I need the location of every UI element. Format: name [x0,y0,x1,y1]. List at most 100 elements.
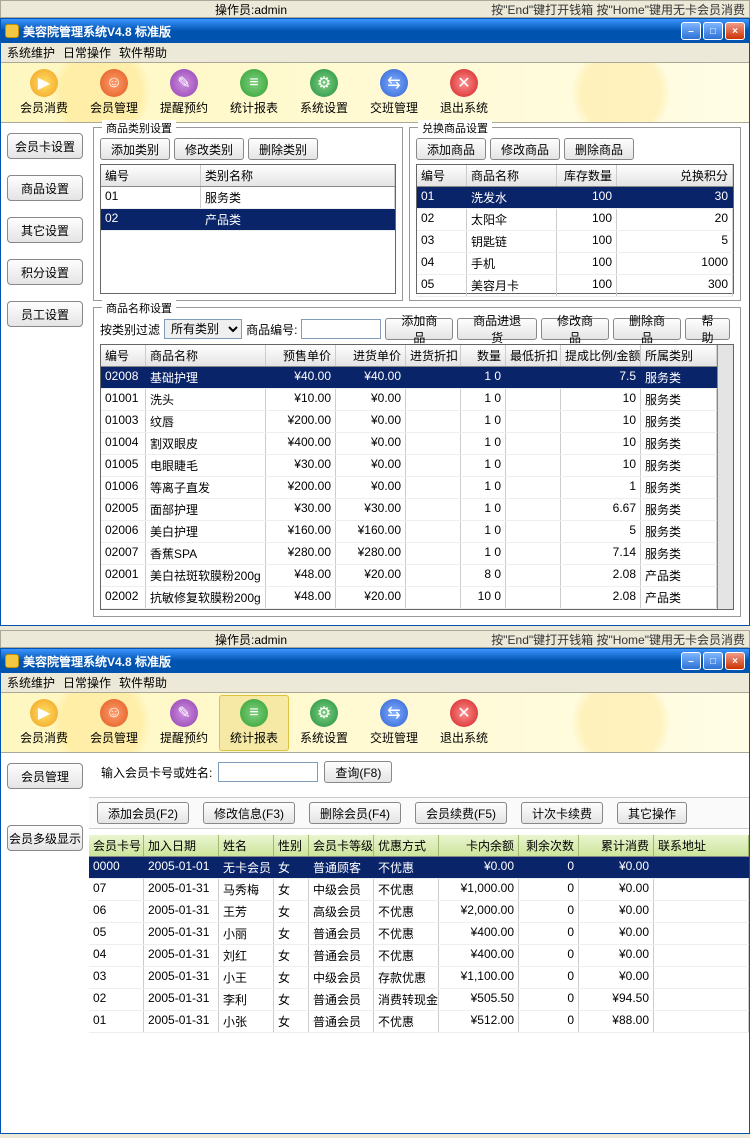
col-rem[interactable]: 剩余次数 [519,835,579,856]
col-disc[interactable]: 优惠方式 [374,835,439,856]
col-id[interactable]: 编号 [417,165,467,186]
product-row[interactable]: 02005面部护理¥30.00¥30.001 06.67服务类 [101,499,717,521]
exchange-row[interactable]: 02太阳伞10020 [417,209,733,231]
tb-remind[interactable]: ✎提醒预约 [149,65,219,121]
tb-system[interactable]: ⚙系统设置 [289,65,359,121]
col-disc[interactable]: 进货折扣 [406,345,461,366]
col-buy[interactable]: 进货单价 [336,345,406,366]
action-btn-5[interactable]: 其它操作 [617,802,687,824]
product-row[interactable]: 01004割双眼皮¥400.00¥0.001 010服务类 [101,433,717,455]
product-row[interactable]: 02002抗敏修复软膜粉200g¥48.00¥20.0010 02.08产品类 [101,587,717,609]
tb-consume[interactable]: ▶会员消费 [9,695,79,751]
col-id[interactable]: 编号 [101,345,146,366]
exchange-row[interactable]: 03钥匙链1005 [417,231,733,253]
close-button[interactable]: × [725,22,745,40]
menu-system[interactable]: 系统维护 [7,674,55,691]
member-row[interactable]: 012005-01-31小张女普通会员不优惠¥512.000¥88.00 [89,1011,749,1033]
maximize-button[interactable]: □ [703,652,723,670]
tb-system[interactable]: ⚙系统设置 [289,695,359,751]
col-mind[interactable]: 最低折扣 [506,345,561,366]
col-stock[interactable]: 库存数量 [557,165,617,186]
tb-exit[interactable]: ✕退出系统 [429,695,499,751]
action-btn-2[interactable]: 删除会员(F4) [309,802,401,824]
col-id[interactable]: 编号 [101,165,201,186]
tb-consume[interactable]: ▶会员消费 [9,65,79,121]
sidebar-btn-0[interactable]: 会员卡设置 [7,133,83,159]
tb-remind[interactable]: ✎提醒预约 [149,695,219,751]
exchange-btn-1[interactable]: 修改商品 [490,138,560,160]
tb-exit[interactable]: ✕退出系统 [429,65,499,121]
product-row[interactable]: 01005电眼睫毛¥30.00¥0.001 010服务类 [101,455,717,477]
menu-daily[interactable]: 日常操作 [63,674,111,691]
product-btn-4[interactable]: 帮助 [685,318,730,340]
member-row[interactable]: 062005-01-31王芳女高级会员不优惠¥2,000.000¥0.00 [89,901,749,923]
col-name[interactable]: 类别名称 [201,165,395,186]
exchange-btn-0[interactable]: 添加商品 [416,138,486,160]
category-filter-select[interactable]: 所有类别 [164,319,242,339]
exchange-row[interactable]: 01洗发水10030 [417,187,733,209]
tb-shift[interactable]: ⇆交班管理 [359,695,429,751]
maximize-button[interactable]: □ [703,22,723,40]
col-sale[interactable]: 预售单价 [266,345,336,366]
search-button[interactable]: 查询(F8) [324,761,392,783]
minimize-button[interactable]: – [681,652,701,670]
sidebar-btn-3[interactable]: 积分设置 [7,259,83,285]
sidebar-btn-1[interactable]: 会员多级显示 [7,825,83,851]
cat-btn-1[interactable]: 修改类别 [174,138,244,160]
member-row[interactable]: 022005-01-31李利女普通会员消费转现金¥505.500¥94.50 [89,989,749,1011]
tb-manage[interactable]: ☺会员管理 [79,695,149,751]
menu-system[interactable]: 系统维护 [7,44,55,61]
product-code-input[interactable] [301,319,381,339]
action-btn-3[interactable]: 会员续费(F5) [415,802,507,824]
cat-btn-2[interactable]: 删除类别 [248,138,318,160]
col-pts[interactable]: 兑换积分 [617,165,733,186]
product-row[interactable]: 01003纹唇¥200.00¥0.001 010服务类 [101,411,717,433]
col-comm[interactable]: 提成比例/金额 [561,345,641,366]
col-qty[interactable]: 数量 [461,345,506,366]
close-button[interactable]: × [725,652,745,670]
category-row[interactable]: 01服务类 [101,187,395,209]
col-date[interactable]: 加入日期 [144,835,219,856]
member-row[interactable]: 042005-01-31刘红女普通会员不优惠¥400.000¥0.00 [89,945,749,967]
col-spent[interactable]: 累计消费 [579,835,654,856]
sidebar-btn-2[interactable]: 其它设置 [7,217,83,243]
exchange-btn-2[interactable]: 删除商品 [564,138,634,160]
col-name[interactable]: 商品名称 [146,345,266,366]
action-btn-0[interactable]: 添加会员(F2) [97,802,189,824]
product-btn-2[interactable]: 修改商品 [541,318,609,340]
search-input[interactable] [218,762,318,782]
tb-manage[interactable]: ☺会员管理 [79,65,149,121]
col-sex[interactable]: 性别 [274,835,309,856]
product-row[interactable]: 02008基础护理¥40.00¥40.001 07.5服务类 [101,367,717,389]
tb-stats[interactable]: ≡统计报表 [219,65,289,121]
product-btn-1[interactable]: 商品进退货 [457,318,537,340]
action-btn-4[interactable]: 计次卡续费 [521,802,603,824]
member-row[interactable]: 052005-01-31小丽女普通会员不优惠¥400.000¥0.00 [89,923,749,945]
cat-btn-0[interactable]: 添加类别 [100,138,170,160]
action-btn-1[interactable]: 修改信息(F3) [203,802,295,824]
product-row[interactable]: 02001美白祛斑软膜粉200g¥48.00¥20.008 02.08产品类 [101,565,717,587]
menu-daily[interactable]: 日常操作 [63,44,111,61]
col-cat[interactable]: 所属类别 [641,345,717,366]
scrollbar[interactable] [717,345,733,609]
product-row[interactable]: 01006等离子直发¥200.00¥0.001 01服务类 [101,477,717,499]
product-btn-3[interactable]: 删除商品 [613,318,681,340]
member-row[interactable]: 00002005-01-01无卡会员女普通顾客不优惠¥0.000¥0.00 [89,857,749,879]
sidebar-btn-4[interactable]: 员工设置 [7,301,83,327]
sidebar-btn-1[interactable]: 商品设置 [7,175,83,201]
col-level[interactable]: 会员卡等级 [309,835,374,856]
col-name[interactable]: 商品名称 [467,165,557,186]
product-row[interactable]: 02006美白护理¥160.00¥160.001 05服务类 [101,521,717,543]
col-addr[interactable]: 联系地址 [654,835,749,856]
minimize-button[interactable]: – [681,22,701,40]
member-row[interactable]: 072005-01-31马秀梅女中级会员不优惠¥1,000.000¥0.00 [89,879,749,901]
menu-help[interactable]: 软件帮助 [119,44,167,61]
exchange-row[interactable]: 04手机1001000 [417,253,733,275]
col-bal[interactable]: 卡内余额 [439,835,519,856]
menu-help[interactable]: 软件帮助 [119,674,167,691]
sidebar-btn-0[interactable]: 会员管理 [7,763,83,789]
exchange-row[interactable]: 05美容月卡100300 [417,275,733,297]
col-card[interactable]: 会员卡号 [89,835,144,856]
col-name[interactable]: 姓名 [219,835,274,856]
product-row[interactable]: 01001洗头¥10.00¥0.001 010服务类 [101,389,717,411]
